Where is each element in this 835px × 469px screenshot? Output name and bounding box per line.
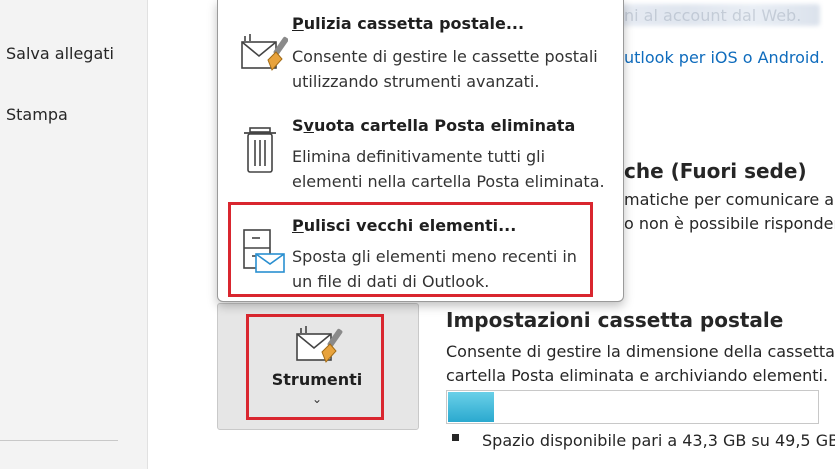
nav-item-save-attachments[interactable]: Salva allegati — [6, 44, 114, 63]
mobile-app-link[interactable]: utlook per iOS o Android. — [624, 48, 825, 67]
menu-item-title: Svuota cartella Posta eliminata — [292, 116, 576, 135]
menu-item-empty-deleted[interactable]: Svuota cartella Posta eliminata Elimina … — [218, 100, 623, 200]
tools-button-highlight — [246, 314, 384, 420]
mailbox-usage-bar — [446, 390, 819, 424]
mailbox-settings-heading: Impostazioni cassetta postale — [446, 308, 784, 332]
auto-reply-heading: che (Fuori sede) — [624, 159, 807, 183]
mailbox-cleanup-icon — [241, 34, 288, 71]
auto-reply-desc-line1: matiche per comunicare ad a — [624, 190, 835, 209]
bullet-icon — [452, 434, 459, 441]
mailbox-settings-desc-line2: cartella Posta eliminata e archiviando e… — [446, 366, 829, 385]
menu-item-desc: Consente di gestire le cassette postali … — [292, 47, 598, 91]
free-space-text: Spazio disponibile pari a 43,3 GB su 49,… — [482, 431, 835, 450]
nav-divider — [0, 440, 118, 441]
menu-item-highlight — [228, 202, 593, 297]
background-line-top: ni al account dal Web. — [624, 6, 802, 25]
mailbox-settings-desc-line1: Consente di gestire la dimensione della … — [446, 342, 835, 361]
nav-item-print[interactable]: Stampa — [6, 105, 68, 124]
auto-reply-desc-line2: o non è possibile risponder — [624, 214, 835, 233]
mailbox-usage-fill — [448, 392, 494, 422]
menu-item-desc: Elimina definitivamente tutti gli elemen… — [292, 147, 605, 191]
menu-item-title: Pulizia cassetta postale... — [292, 14, 525, 33]
menu-item-mailbox-cleanup[interactable]: Pulizia cassetta postale... Consente di … — [218, 0, 623, 100]
left-nav: Salva allegati Stampa — [0, 0, 148, 469]
trash-icon — [244, 127, 276, 173]
